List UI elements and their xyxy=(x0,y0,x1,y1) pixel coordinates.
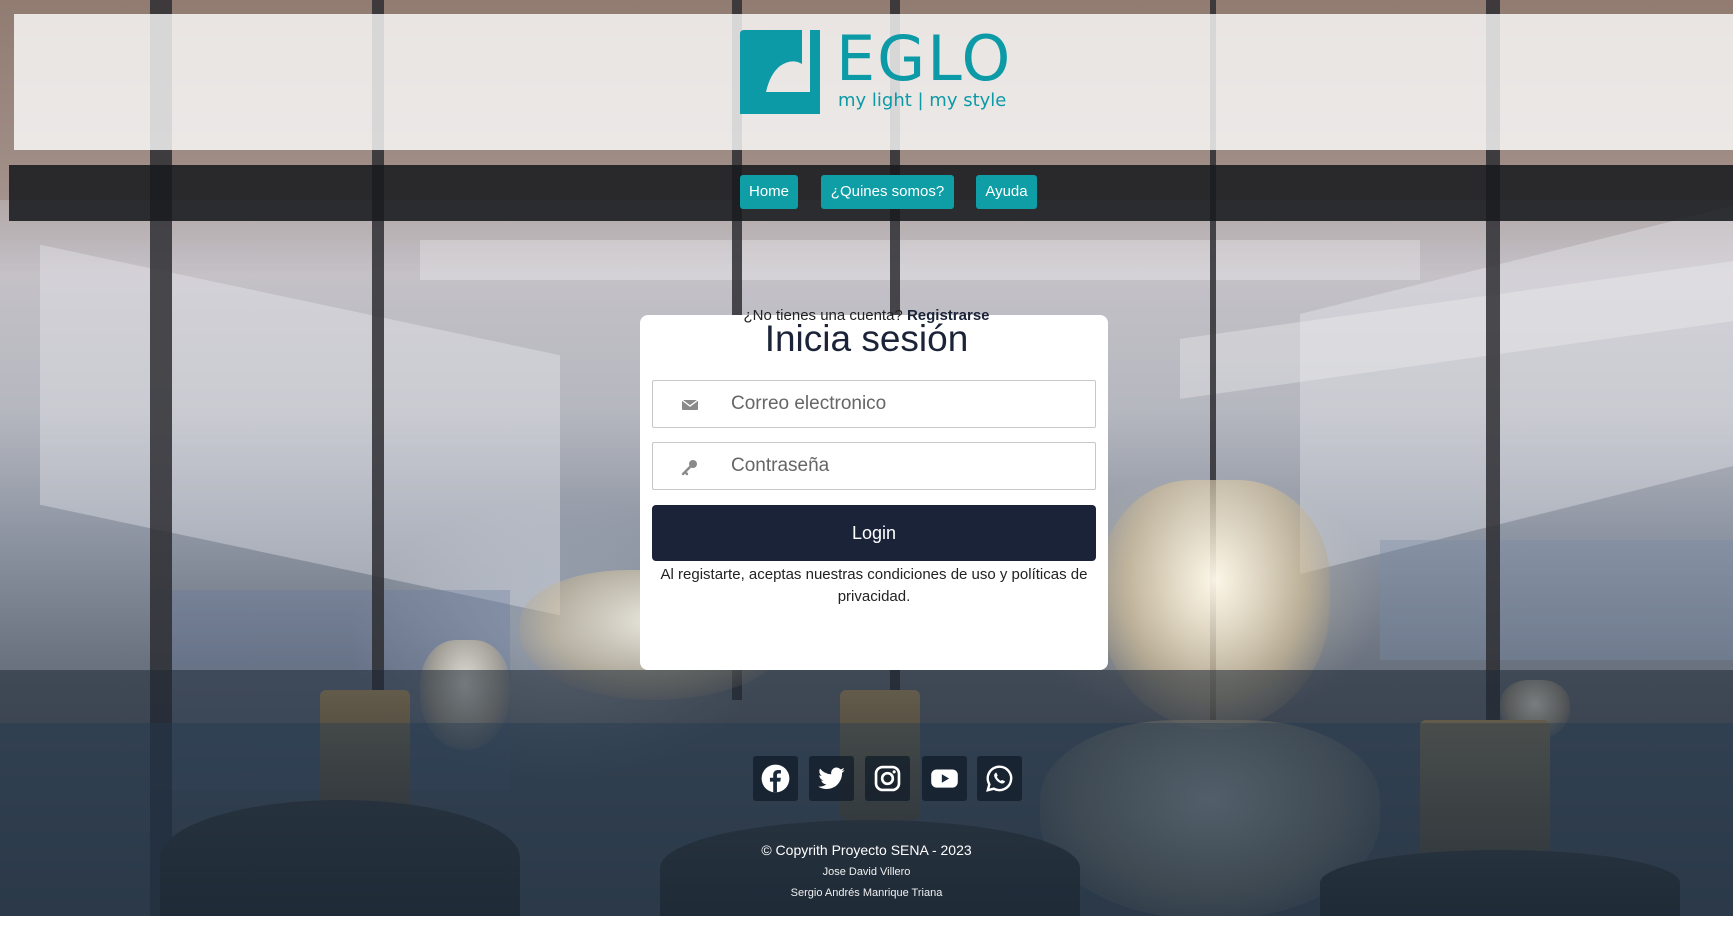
youtube-icon xyxy=(931,769,958,788)
facebook-link[interactable] xyxy=(753,756,798,801)
signup-prompt: ¿No tienes una cuenta? Registrarse xyxy=(0,307,1733,324)
terms-text: Al registarte, aceptas nuestras condicio… xyxy=(660,566,1088,605)
author-name: Jose David Villero xyxy=(822,866,911,878)
password-field[interactable] xyxy=(652,442,1096,490)
signup-prompt-text: ¿No tienes una cuenta? xyxy=(743,307,903,324)
whatsapp-link[interactable] xyxy=(977,756,1022,801)
register-link[interactable]: Registrarse xyxy=(907,307,990,324)
whatsapp-icon xyxy=(986,765,1013,792)
login-title: Inicia sesión xyxy=(764,318,969,359)
email-input[interactable] xyxy=(731,389,1081,419)
nav-about-button[interactable]: ¿Quines somos? xyxy=(821,175,954,209)
nav-home-button[interactable]: Home xyxy=(740,175,798,209)
twitter-link[interactable] xyxy=(809,756,854,801)
twitter-icon xyxy=(818,767,845,790)
instagram-link[interactable] xyxy=(865,756,910,801)
login-button[interactable]: Login xyxy=(652,505,1096,561)
login-card: Login Al registarte, aceptas nuestras co… xyxy=(640,315,1108,670)
email-field[interactable] xyxy=(652,380,1096,428)
footer-top-strip xyxy=(0,670,1733,723)
youtube-link[interactable] xyxy=(922,756,967,801)
logo-tagline: my light | my style xyxy=(838,90,1007,111)
facebook-icon xyxy=(761,764,790,793)
eglo-logo[interactable]: EGLO my light | my style xyxy=(736,22,1010,118)
copyright-text: © Copyrith Proyecto SENA - 2023 xyxy=(761,842,972,858)
author-name: Sergio Andrés Manrique Triana xyxy=(790,887,943,899)
envelope-icon xyxy=(681,399,699,410)
password-input[interactable] xyxy=(731,451,1081,481)
logo-wordmark: EGLO xyxy=(836,22,1013,95)
nav-help-button[interactable]: Ayuda xyxy=(976,175,1037,209)
eglo-logo-mark xyxy=(740,30,820,114)
instagram-icon xyxy=(874,765,901,792)
key-icon xyxy=(681,460,697,476)
